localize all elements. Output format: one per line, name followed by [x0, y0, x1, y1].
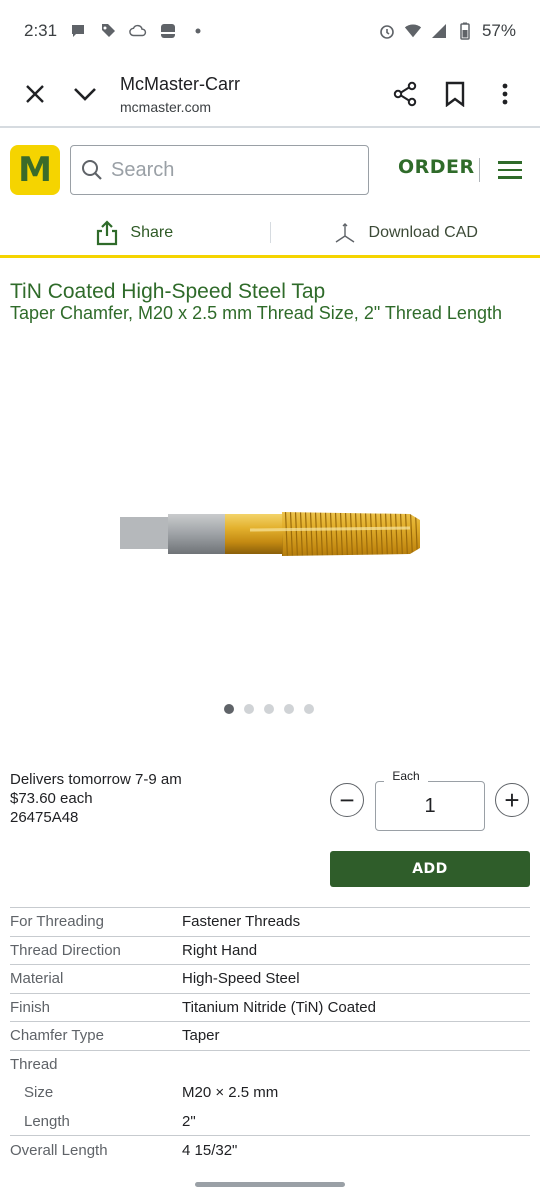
share-upload-icon [97, 219, 118, 245]
more-vert-icon [502, 83, 508, 105]
wifi-icon [404, 22, 422, 40]
product-subtitle: Taper Chamfer, M20 x 2.5 mm Thread Size,… [10, 303, 502, 323]
status-bar: 2:31 57% [0, 0, 540, 62]
carousel-dot[interactable] [224, 704, 234, 714]
order-link[interactable]: ORDER [398, 156, 475, 178]
spec-label: Overall Length [10, 1135, 182, 1164]
spec-value: Right Hand [182, 935, 530, 965]
chevron-down-icon [74, 88, 96, 101]
tag-icon [99, 22, 117, 40]
gesture-nav-handle[interactable] [195, 1182, 345, 1187]
spec-value: Fastener Threads [182, 907, 530, 936]
spec-value: High-Speed Steel [182, 964, 530, 993]
table-row: Finish Titanium Nitride (TiN) Coated [10, 992, 530, 1022]
more-options-button[interactable] [480, 69, 530, 119]
minimize-tab-button[interactable] [60, 69, 110, 119]
search-input[interactable] [111, 158, 351, 182]
share-product-button[interactable]: Share [0, 210, 270, 255]
purchase-info: Delivers tomorrow 7-9 am $73.60 each 264… [10, 770, 182, 827]
increase-quantity-button[interactable]: + [495, 783, 529, 817]
spec-value [182, 1049, 530, 1079]
spec-group-label: Thread [10, 1049, 182, 1079]
table-row: Thread Direction Right Hand [10, 935, 530, 965]
table-row: For Threading Fastener Threads [10, 907, 530, 936]
site-header: M ORDER [0, 130, 540, 210]
spec-label: Size [24, 1084, 54, 1102]
notification-dot-icon [189, 22, 207, 40]
chat-icon [69, 22, 87, 40]
menu-icon-bar [498, 176, 522, 179]
table-row: Size M20 × 2.5 mm [10, 1079, 530, 1108]
carousel-dot[interactable] [304, 704, 314, 714]
spec-value: Taper [182, 1021, 530, 1050]
browser-toolbar: McMaster-Carr mcmaster.com [0, 62, 540, 128]
share-label: Share [130, 223, 174, 241]
table-row: Length 2" [10, 1107, 530, 1136]
bookmark-icon [445, 81, 465, 107]
product-action-bar: Share Download CAD [0, 210, 540, 258]
quantity-unit-label: Each [384, 769, 428, 783]
spec-value: M20 × 2.5 mm [182, 1084, 279, 1102]
header-divider [479, 158, 480, 182]
table-row: Thread [10, 1049, 530, 1079]
app-icon [159, 22, 177, 40]
close-icon [26, 85, 44, 103]
close-tab-button[interactable] [10, 69, 60, 119]
search-icon [82, 160, 102, 180]
carousel-dot[interactable] [284, 704, 294, 714]
cad-axes-icon [335, 222, 354, 243]
spec-value: 2" [182, 1112, 196, 1130]
bookmark-button[interactable] [430, 69, 480, 119]
unit-price: $73.60 each [10, 790, 93, 807]
page-info[interactable]: McMaster-Carr mcmaster.com [120, 74, 240, 115]
status-time: 2:31 [24, 21, 58, 40]
download-cad-button[interactable]: Download CAD [271, 210, 540, 255]
table-row: Material High-Speed Steel [10, 964, 530, 993]
decrease-quantity-button[interactable]: − [330, 783, 364, 817]
cloud-icon [129, 22, 147, 40]
spec-label: Chamfer Type [10, 1021, 182, 1050]
add-to-order-button[interactable]: ADD [330, 851, 530, 887]
mcmaster-logo[interactable]: M [10, 145, 60, 195]
page-title: McMaster-Carr [120, 73, 240, 94]
quantity-input[interactable] [375, 781, 485, 831]
spec-value: 4 15/32" [182, 1135, 530, 1164]
carousel-dot[interactable] [264, 704, 274, 714]
spec-label: Length [24, 1112, 70, 1130]
search-box[interactable] [70, 145, 369, 195]
spec-value: Titanium Nitride (TiN) Coated [182, 992, 530, 1022]
delivery-estimate: Delivers tomorrow 7-9 am [10, 771, 182, 788]
signal-icon [430, 22, 448, 40]
product-title: TiN Coated High-Speed Steel Tap [10, 280, 326, 303]
spec-label: Material [10, 964, 182, 993]
battery-level: 57% [481, 21, 516, 40]
table-row: Chamfer Type Taper [10, 1021, 530, 1050]
menu-icon-bar [498, 161, 522, 164]
battery-icon [456, 22, 474, 40]
spec-label: Finish [10, 992, 182, 1022]
share-page-button[interactable] [380, 69, 430, 119]
part-number: 26475A48 [10, 809, 79, 826]
hamburger-menu-button[interactable] [493, 155, 527, 185]
spec-label: For Threading [10, 907, 182, 936]
carousel-dot[interactable] [244, 704, 254, 714]
table-row: Overall Length 4 15/32" [10, 1135, 530, 1164]
alarm-icon [378, 22, 396, 40]
download-cad-label: Download CAD [368, 223, 478, 241]
menu-icon-bar [498, 168, 522, 172]
product-image[interactable] [110, 500, 430, 570]
share-icon [393, 81, 417, 107]
page-url: mcmaster.com [120, 98, 212, 115]
image-carousel-dots[interactable] [224, 704, 314, 714]
specifications-table: For Threading Fastener Threads Thread Di… [10, 907, 530, 1164]
spec-label: Thread Direction [10, 935, 182, 965]
